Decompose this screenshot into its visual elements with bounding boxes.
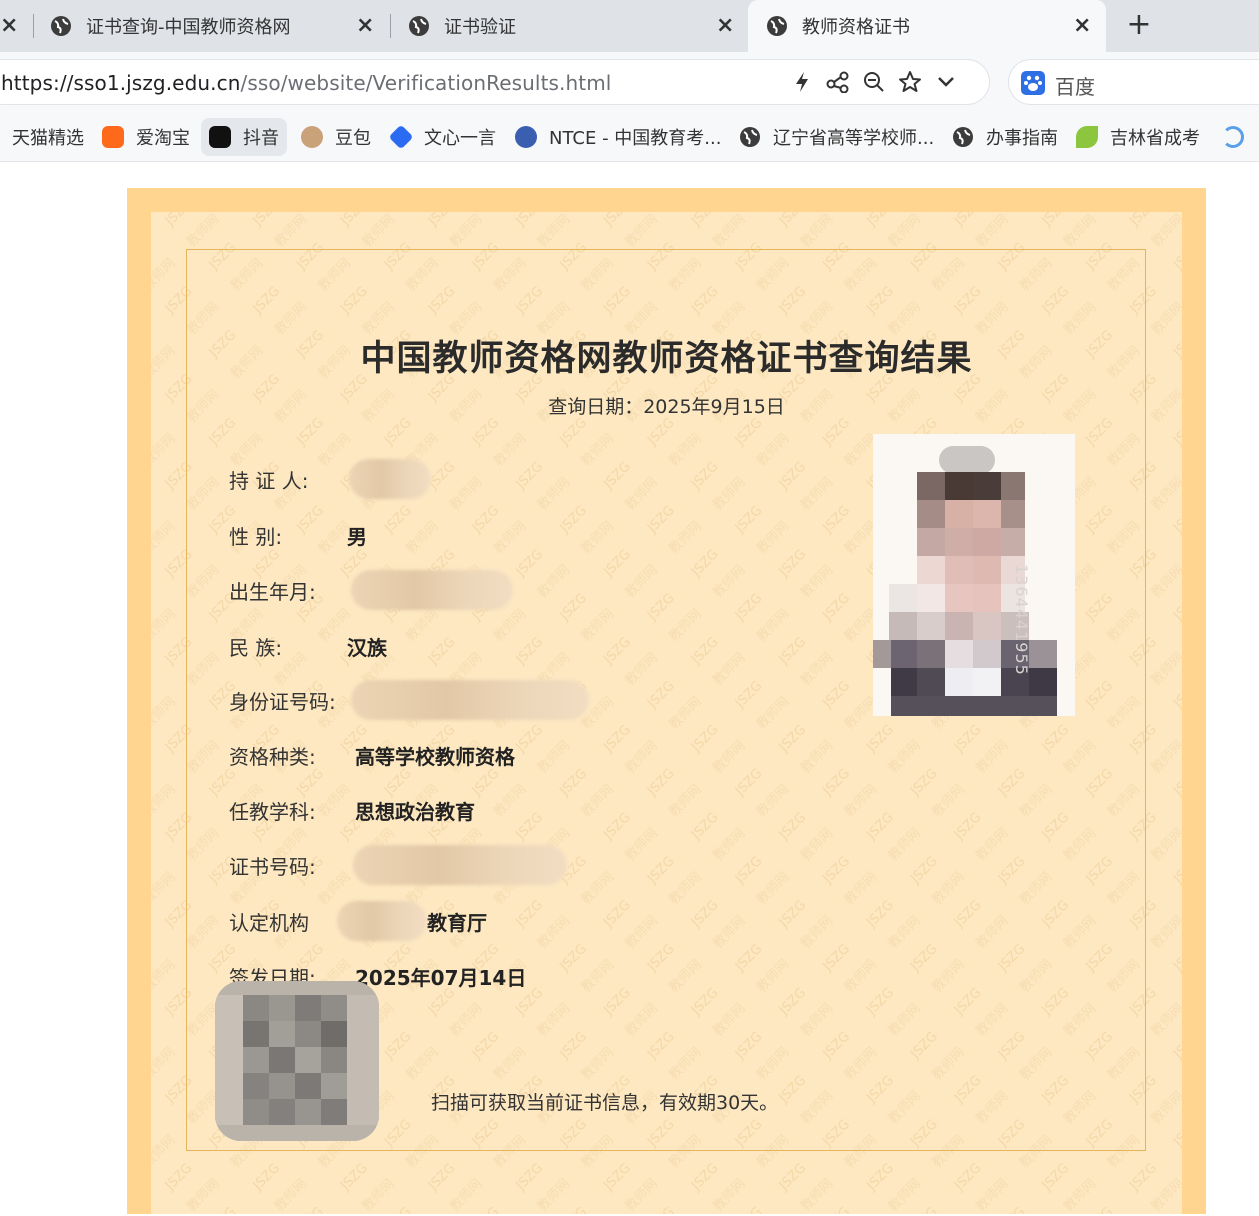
- douyin-icon: [209, 126, 231, 148]
- field-label: 持 证 人:: [229, 468, 309, 493]
- bookmark-label: 吉林省成考: [1110, 128, 1200, 149]
- search-box[interactable]: 百度: [1008, 59, 1259, 105]
- zoom-icon[interactable]: [861, 69, 887, 95]
- field-gender: 性 别: 男: [229, 521, 367, 549]
- new-tab-button[interactable]: +: [1124, 8, 1154, 42]
- moon-icon: [1222, 126, 1244, 148]
- field-label: 性 别:: [229, 524, 283, 549]
- field-label: 身份证号码:: [229, 689, 336, 714]
- url-path: /sso/website/VerificationResults.html: [240, 71, 612, 95]
- tab-separator: [33, 14, 34, 38]
- tab-teacher-certificate[interactable]: 教师资格证书 ×: [748, 0, 1106, 52]
- field-label: 出生年月:: [229, 579, 316, 604]
- certificate-title: 中国教师资格网教师资格证书查询结果: [360, 339, 973, 379]
- tab-label: 证书查询-中国教师资格网: [86, 17, 291, 38]
- bookmark-tmall[interactable]: 天猫精选: [12, 112, 84, 162]
- field-label: 资格种类:: [229, 744, 316, 769]
- tab-separator: [390, 14, 391, 38]
- url-host: https://sso1.jszg.edu.cn: [1, 71, 241, 95]
- address-bar[interactable]: https://sso1.jszg.edu.cn/sso/website/Ver…: [0, 59, 990, 105]
- field-holder: 持 证 人:: [229, 459, 431, 499]
- redacted-name: [349, 459, 431, 499]
- lightning-icon[interactable]: [789, 69, 815, 95]
- redacted-certificate-number: [353, 845, 567, 885]
- pixelated-qr: [215, 981, 379, 1141]
- pixelated-portrait: [873, 434, 1075, 716]
- field-value: 教育厅: [427, 910, 487, 935]
- star-icon[interactable]: [897, 69, 923, 95]
- doubao-icon: [301, 126, 323, 148]
- bookmark-douyin[interactable]: 抖音: [201, 118, 287, 156]
- bookmarks-bar: 天猫精选 爱淘宝 抖音 豆包 文心一言 NTCE - 中国教育考... 辽宁省高…: [0, 112, 1259, 162]
- field-certificate-number: 证书号码:: [229, 845, 567, 885]
- bookmark-aitaobao[interactable]: 爱淘宝: [102, 112, 190, 162]
- bookmark-label: 办事指南: [986, 128, 1058, 149]
- field-label: 证书号码:: [229, 854, 316, 879]
- wenxin-icon: [388, 124, 414, 150]
- field-id-number: 身份证号码:: [229, 680, 589, 720]
- field-issuing-authority: 认定机构 教育厅: [229, 901, 487, 941]
- globe-icon: [767, 16, 787, 36]
- tab-certificate-verify[interactable]: 证书验证 ×: [408, 0, 738, 52]
- address-toolbar: https://sso1.jszg.edu.cn/sso/website/Ver…: [0, 52, 1259, 112]
- taobao-icon: [102, 126, 124, 148]
- field-value: 男: [347, 524, 367, 549]
- qr-code[interactable]: [215, 981, 379, 1141]
- tab-label: 教师资格证书: [802, 17, 910, 38]
- field-value: 思想政治教育: [355, 799, 475, 824]
- tab-close-button[interactable]: ×: [356, 13, 374, 38]
- certificate-paper: JSZG 教师网 中国教师资格网教师资格证书查询结果 查询日期：2025年9月1…: [151, 212, 1182, 1214]
- field-value: 2025年07月14日: [355, 965, 527, 990]
- field-value: 高等学校教师资格: [355, 744, 515, 769]
- bookmark-label: 抖音: [243, 128, 279, 149]
- ntce-icon: [515, 126, 537, 148]
- globe-icon: [740, 127, 760, 147]
- field-label: 民 族:: [229, 635, 283, 660]
- bookmark-label: 豆包: [335, 128, 371, 149]
- globe-icon: [51, 16, 71, 36]
- field-birth-date: 出生年月:: [229, 570, 513, 610]
- field-ethnicity: 民 族: 汉族: [229, 632, 387, 660]
- query-date: 查询日期：2025年9月15日: [548, 396, 785, 418]
- address-bar-actions: [789, 69, 959, 95]
- baidu-paw-icon: [1021, 71, 1045, 95]
- certificate-border: JSZG 教师网 中国教师资格网教师资格证书查询结果 查询日期：2025年9月1…: [127, 188, 1206, 1214]
- bookmark-label: 天猫精选: [12, 128, 84, 149]
- search-engine-label: 百度: [1055, 75, 1095, 99]
- bookmark-ntce[interactable]: NTCE - 中国教育考...: [515, 112, 721, 162]
- tab-close-button[interactable]: ×: [1073, 13, 1091, 38]
- bookmark-label: 辽宁省高等学校师...: [773, 128, 935, 149]
- bookmark-label: 文心一言: [424, 128, 496, 149]
- tab-certificate-search[interactable]: 证书查询-中国教师资格网 ×: [50, 0, 380, 52]
- holder-photo: 1364441955: [873, 434, 1075, 716]
- redacted-id-number: [351, 680, 589, 720]
- field-value: 汉族: [347, 635, 387, 660]
- leaf-icon: [1076, 126, 1098, 148]
- tab-close-button[interactable]: ×: [716, 13, 734, 38]
- field-subject: 任教学科: 思想政治教育: [229, 796, 475, 824]
- scan-note: 扫描可获取当前证书信息，有效期30天。: [431, 1092, 779, 1114]
- globe-icon: [409, 16, 429, 36]
- photo-side-number: 1364441955: [1012, 564, 1031, 676]
- bookmark-doubao[interactable]: 豆包: [301, 112, 371, 162]
- bookmark-label: 爱淘宝: [136, 128, 190, 149]
- bookmark-overflow[interactable]: [1222, 112, 1256, 162]
- bookmark-label: NTCE - 中国教育考...: [549, 128, 722, 149]
- bookmark-wenxin[interactable]: 文心一言: [388, 112, 496, 162]
- field-label: 认定机构: [229, 910, 309, 935]
- tab-label: 证书验证: [444, 17, 516, 38]
- url-text: https://sso1.jszg.edu.cn/sso/website/Ver…: [1, 71, 611, 95]
- bookmark-guide[interactable]: 办事指南: [952, 112, 1058, 162]
- chevron-down-icon[interactable]: [933, 69, 959, 95]
- redacted-authority-prefix: [337, 901, 427, 941]
- globe-icon: [953, 127, 973, 147]
- redacted-birth-date: [351, 570, 513, 610]
- share-icon[interactable]: [825, 69, 851, 95]
- tab-close-button-left[interactable]: ×: [0, 13, 18, 38]
- field-qualification-type: 资格种类: 高等学校教师资格: [229, 741, 515, 769]
- bookmark-jilin[interactable]: 吉林省成考: [1076, 112, 1200, 162]
- tab-strip: × 证书查询-中国教师资格网 × 证书验证 × 教师资格证书 × +: [0, 0, 1259, 52]
- bookmark-liaoning[interactable]: 辽宁省高等学校师...: [739, 112, 934, 162]
- field-label: 任教学科:: [229, 799, 316, 824]
